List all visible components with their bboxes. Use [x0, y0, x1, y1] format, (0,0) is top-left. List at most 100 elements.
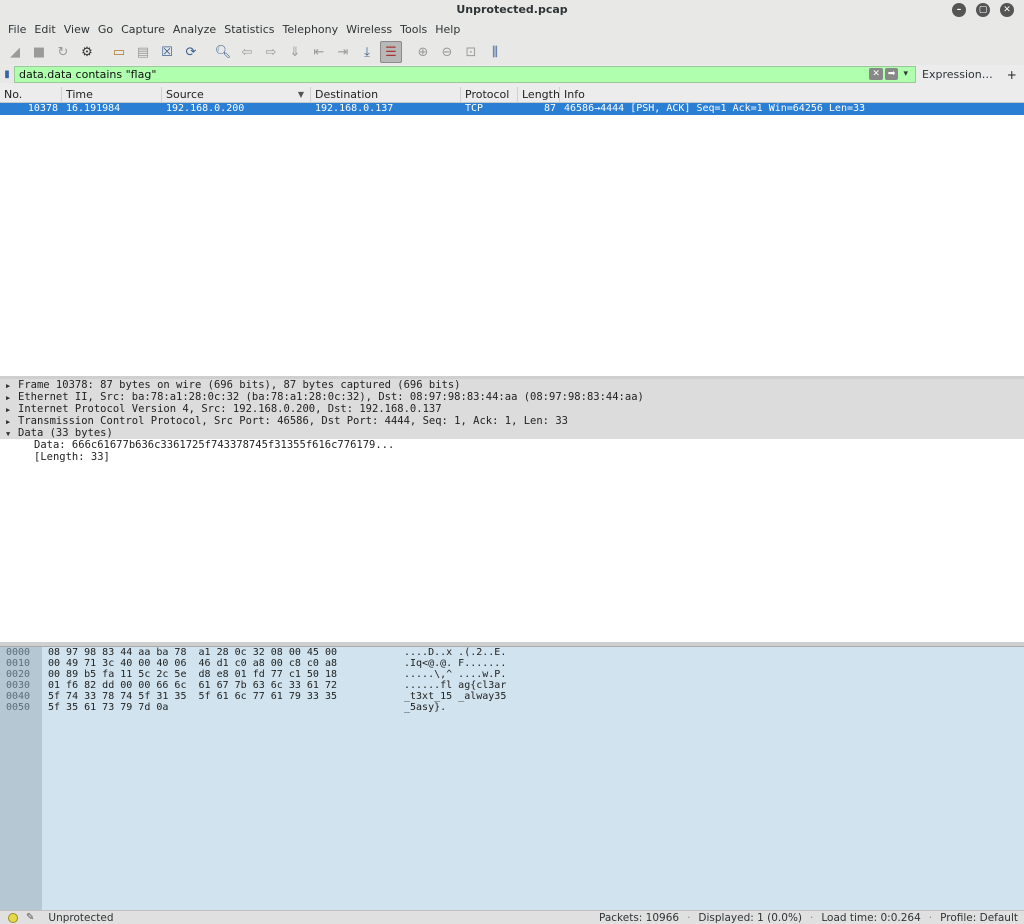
menu-analyze[interactable]: Analyze: [169, 20, 220, 39]
status-filename: Unprotected: [48, 911, 114, 924]
clear-filter-icon[interactable]: ✕: [869, 68, 883, 80]
status-bar: ✎ Unprotected Packets: 10966 Displayed: …: [0, 910, 1024, 924]
col-header-source-label: Source: [166, 88, 204, 101]
col-header-info[interactable]: Info: [560, 87, 1024, 102]
last-packet-icon[interactable]: ⇥: [332, 41, 354, 63]
menu-wireless[interactable]: Wireless: [342, 20, 396, 39]
ascii-line: _t3xt_15 _alway35: [404, 691, 507, 702]
restart-fin-icon[interactable]: ↻: [52, 41, 74, 63]
menu-edit[interactable]: Edit: [30, 20, 59, 39]
packet-info: 46586→4444 [PSH, ACK] Seq=1 Ack=1 Win=64…: [564, 103, 866, 114]
bookmark-icon[interactable]: ▮: [0, 66, 14, 83]
window-title: Unprotected.pcap: [456, 3, 568, 16]
tree-item-ethernet[interactable]: ▶ Ethernet II, Src: ba:78:a1:28:0c:32 (ba…: [0, 391, 1024, 403]
restore-icon[interactable]: ▢: [976, 3, 990, 17]
status-displayed: Displayed: 1 (0.0%): [687, 912, 802, 924]
col-header-time[interactable]: Time: [62, 87, 162, 102]
status-profile[interactable]: Profile: Default: [929, 912, 1018, 924]
expert-info-led-icon[interactable]: [8, 912, 18, 923]
packet-list-header: No. Time Source ▼ Destination Protocol L…: [0, 87, 1024, 103]
add-filter-button[interactable]: +: [1007, 68, 1017, 82]
resize-columns-icon[interactable]: ⫼: [484, 41, 506, 63]
menu-help[interactable]: Help: [431, 20, 464, 39]
ascii-dump[interactable]: ....D..x .(.2..E. .Iq<@.@. F....... ....…: [404, 647, 506, 910]
ascii-line: ......fl ag{cl3ar: [404, 680, 507, 691]
tree-item-frame[interactable]: ▶ Frame 10378: 87 bytes on wire (696 bits…: [0, 379, 1024, 391]
hex-dump[interactable]: 08 97 98 83 44 aa ba 78 a1 28 0c 32 08 0…: [42, 647, 404, 910]
options-gear-icon[interactable]: ⚙: [76, 41, 98, 63]
colorize-icon[interactable]: ☰: [380, 41, 402, 63]
filter-history-dropdown-icon[interactable]: ▾: [900, 68, 911, 80]
col-header-destination[interactable]: Destination: [311, 87, 461, 102]
tree-item-data[interactable]: ▼ Data (33 bytes): [0, 427, 1024, 439]
packet-list: 10378 16.191984 192.168.0.200 192.168.0.…: [0, 103, 1024, 376]
offset-1: 0010: [6, 658, 31, 669]
save-file-icon[interactable]: ▤: [132, 41, 154, 63]
tree-child-data-length[interactable]: [Length: 33]: [0, 451, 1024, 463]
hex-line: 01 f6 82 dd 00 00 66 6c 61 67 7b 63 6c 3…: [48, 680, 337, 691]
capture-comment-icon[interactable]: ✎: [26, 912, 34, 923]
window-titlebar: Unprotected.pcap – ▢ ✕: [0, 0, 1024, 20]
tree-child-data-value[interactable]: Data: 666c61677b636c3361725f743378745f31…: [0, 439, 1024, 451]
ascii-line: .....\,^ ....w.P.: [404, 669, 507, 680]
offset-2: 0020: [6, 669, 31, 680]
close-file-icon[interactable]: ☒: [156, 41, 178, 63]
offset-0: 0000: [6, 647, 31, 658]
status-packets: Packets: 10966: [598, 911, 680, 924]
tree-item-tcp[interactable]: ▶ Transmission Control Protocol, Src Port…: [0, 415, 1024, 427]
zoom-in-icon[interactable]: ⊕: [412, 41, 434, 63]
menu-tools[interactable]: Tools: [396, 20, 431, 39]
first-packet-icon[interactable]: ⇤: [308, 41, 330, 63]
menu-file[interactable]: File: [4, 20, 30, 39]
menu-go[interactable]: Go: [94, 20, 117, 39]
packet-row-selected[interactable]: 10378 16.191984 192.168.0.200 192.168.0.…: [0, 103, 1024, 115]
offset-5: 0050: [6, 702, 31, 713]
col-header-protocol[interactable]: Protocol: [461, 87, 518, 102]
find-magnifier-icon[interactable]: 🔍︎: [212, 41, 234, 63]
display-filter-input[interactable]: data.data contains "flag" ✕ ➡ ▾: [14, 66, 916, 83]
ascii-line: _5asy}.: [404, 702, 447, 713]
offset-4: 0040: [6, 691, 31, 702]
hex-line: 5f 74 33 78 74 5f 31 35 5f 61 6c 77 61 7…: [48, 691, 337, 702]
zoom-out-icon[interactable]: ⊖: [436, 41, 458, 63]
collapse-arrow-icon[interactable]: ▼: [6, 428, 18, 440]
menu-capture[interactable]: Capture: [117, 20, 169, 39]
apply-filter-icon[interactable]: ➡: [884, 68, 899, 80]
reload-icon[interactable]: ⟳: [180, 41, 202, 63]
tree-item-ipv4[interactable]: ▶ Internet Protocol Version 4, Src: 192.1…: [0, 403, 1024, 415]
filter-text: data.data contains "flag": [19, 68, 157, 81]
display-filter-bar: ▮ data.data contains "flag" ✕ ➡ ▾ Expres…: [0, 66, 1024, 83]
packet-details-pane: ▶ Frame 10378: 87 bytes on wire (696 bits…: [0, 379, 1024, 642]
hex-line: 5f 35 61 73 79 7d 0a: [48, 702, 169, 713]
minimize-icon[interactable]: –: [952, 3, 966, 17]
byte-offsets: 0000 0010 0020 0030 0040 0050: [0, 647, 42, 910]
go-to-packet-icon[interactable]: ⇓: [284, 41, 306, 63]
menubar: File Edit View Go Capture Analyze Statis…: [0, 20, 1024, 39]
ascii-line: .Iq<@.@. F.......: [404, 658, 507, 669]
ascii-line: ....D..x .(.2..E.: [404, 647, 507, 658]
packet-no: 10378: [27, 103, 58, 114]
menu-statistics[interactable]: Statistics: [220, 20, 278, 39]
packet-bytes-pane: 0000 0010 0020 0030 0040 0050 08 97 98 8…: [0, 646, 1024, 910]
menu-view[interactable]: View: [60, 20, 94, 39]
menu-telephony[interactable]: Telephony: [279, 20, 343, 39]
shark-fin-start-icon[interactable]: ◢: [4, 41, 26, 63]
go-forward-icon[interactable]: ⇨: [260, 41, 282, 63]
close-icon[interactable]: ✕: [1000, 3, 1014, 17]
autoscroll-icon[interactable]: ⤓: [356, 41, 378, 63]
go-back-icon[interactable]: ⇦: [236, 41, 258, 63]
col-header-length[interactable]: Length: [518, 87, 560, 102]
packet-destination: 192.168.0.137: [315, 103, 394, 114]
expression-button[interactable]: Expression…: [922, 68, 993, 81]
hex-line: 08 97 98 83 44 aa ba 78 a1 28 0c 32 08 0…: [48, 647, 337, 658]
normal-size-icon[interactable]: ⊡: [460, 41, 482, 63]
status-load-time: Load time: 0:0.264: [810, 912, 920, 924]
col-header-no[interactable]: No.: [0, 87, 62, 102]
window-controls: – ▢ ✕: [952, 3, 1014, 17]
stop-square-icon[interactable]: ■: [28, 41, 50, 63]
hex-line: 00 49 71 3c 40 00 40 06 46 d1 c0 a8 00 c…: [48, 658, 337, 669]
packet-length: 87: [543, 103, 556, 114]
sort-desc-icon: ▼: [297, 90, 304, 99]
open-folder-icon[interactable]: ▭: [108, 41, 130, 63]
col-header-source[interactable]: Source ▼: [162, 87, 311, 102]
